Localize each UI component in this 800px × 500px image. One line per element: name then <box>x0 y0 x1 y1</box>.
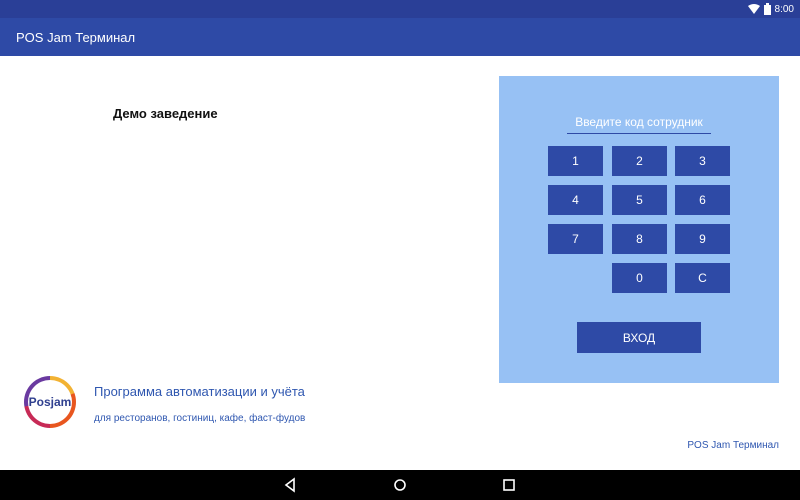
app-bar: POS Jam Терминал <box>0 18 800 56</box>
navigation-bar <box>0 470 800 500</box>
recents-icon[interactable] <box>501 477 517 493</box>
battery-icon <box>763 3 771 15</box>
key-4[interactable]: 4 <box>548 185 603 215</box>
status-bar: 8:00 <box>0 0 800 18</box>
main-content: Демо заведение Posjam Программа автомати… <box>0 56 800 470</box>
key-5[interactable]: 5 <box>612 185 667 215</box>
key-6[interactable]: 6 <box>675 185 730 215</box>
brand-tagline: Программа автоматизации и учёта <box>94 384 305 399</box>
key-8[interactable]: 8 <box>612 224 667 254</box>
home-icon[interactable] <box>392 477 408 493</box>
back-icon[interactable] <box>282 477 298 493</box>
wifi-icon <box>747 4 760 14</box>
app-title: POS Jam Терминал <box>16 30 136 45</box>
key-3[interactable]: 3 <box>675 146 730 176</box>
logo-inner: Posjam <box>28 380 72 424</box>
key-0[interactable]: 0 <box>612 263 667 293</box>
brand-subtitle: для ресторанов, гостиниц, кафе, фаст-фуд… <box>94 413 306 424</box>
key-1[interactable]: 1 <box>548 146 603 176</box>
status-time: 8:00 <box>774 3 794 15</box>
login-panel: Введите код сотрудник 1 2 3 4 5 6 7 8 9 … <box>499 76 779 383</box>
employee-code-field[interactable]: Введите код сотрудник <box>567 115 711 134</box>
clear-key[interactable]: C <box>675 263 730 293</box>
key-7[interactable]: 7 <box>548 224 603 254</box>
posjam-logo: Posjam <box>24 376 76 428</box>
logo-text: Posjam <box>28 395 72 409</box>
venue-name: Демо заведение <box>113 106 218 121</box>
enter-button[interactable]: ВХОД <box>577 322 701 353</box>
key-9[interactable]: 9 <box>675 224 730 254</box>
status-icons: 8:00 <box>747 2 794 16</box>
key-2[interactable]: 2 <box>612 146 667 176</box>
footer-app-name: POS Jam Терминал <box>687 440 779 451</box>
